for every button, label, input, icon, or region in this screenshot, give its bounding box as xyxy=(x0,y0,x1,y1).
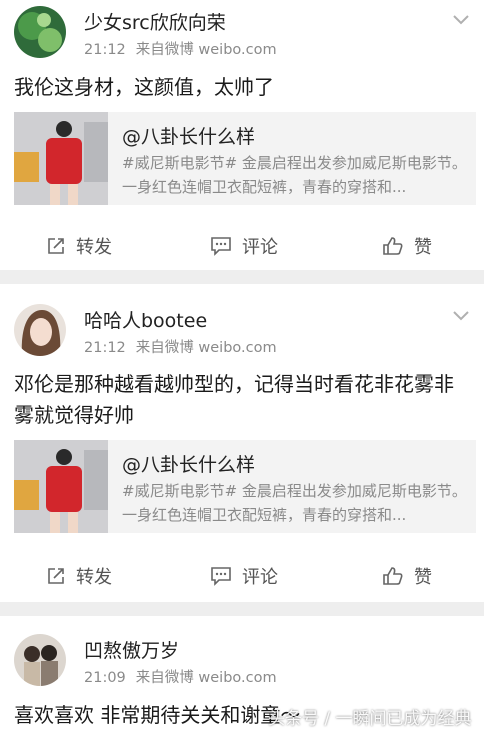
post-source: 来自微博 weibo.com xyxy=(135,42,277,58)
avatar[interactable] xyxy=(14,6,66,58)
action-bar: 转发 评论 赞 xyxy=(0,224,484,268)
repost-text: #威尼斯电影节# 金晨启程出发参加威尼斯电影节。一身红色连帽卫衣配短裤，青春的穿… xyxy=(122,482,467,524)
forward-label: 转发 xyxy=(76,237,112,258)
action-bar: 转发 评论 赞 xyxy=(0,554,484,598)
watermark: 头条号 / 一瞬间已成为经典 xyxy=(268,709,472,729)
forward-button[interactable]: 转发 xyxy=(46,554,112,598)
share-icon xyxy=(48,568,64,584)
repost-card[interactable]: @八卦长什么样 #威尼斯电影节# 金晨启程出发参加威尼斯电影节。一身红色连帽卫衣… xyxy=(14,440,476,533)
post-time: 21:12 xyxy=(84,42,126,58)
post-time: 21:12 xyxy=(84,340,126,356)
repost-author[interactable]: @八卦长什么样 xyxy=(122,450,255,477)
chevron-down-icon[interactable] xyxy=(452,14,470,26)
post-meta: 21:12 来自微博 weibo.com xyxy=(84,38,277,59)
comment-label: 评论 xyxy=(242,237,278,258)
username[interactable]: 少女src欣欣向荣 xyxy=(84,8,226,35)
forward-button[interactable]: 转发 xyxy=(46,224,112,268)
comment-icon xyxy=(211,567,231,586)
share-icon xyxy=(48,238,64,254)
divider xyxy=(0,602,484,616)
comment-button[interactable]: 评论 xyxy=(210,224,278,268)
repost-thumbnail xyxy=(14,112,108,205)
avatar[interactable] xyxy=(14,304,66,356)
post-text: 邓伦是那种越看越帅型的，记得当时看花非花雾非雾就觉得好帅 xyxy=(14,372,454,427)
chevron-down-icon[interactable] xyxy=(452,310,470,322)
repost-card[interactable]: @八卦长什么样 #威尼斯电影节# 金晨启程出发参加威尼斯电影节。一身红色连帽卫衣… xyxy=(14,112,476,205)
avatar[interactable] xyxy=(14,634,66,686)
forward-label: 转发 xyxy=(76,567,112,588)
like-button[interactable]: 赞 xyxy=(382,224,432,268)
like-button[interactable]: 赞 xyxy=(382,554,432,598)
like-label: 赞 xyxy=(414,237,432,258)
post-meta: 21:12 来自微博 weibo.com xyxy=(84,336,277,357)
repost-text: #威尼斯电影节# 金晨启程出发参加威尼斯电影节。一身红色连帽卫衣配短裤，青春的穿… xyxy=(122,154,467,196)
post-time: 21:09 xyxy=(84,670,126,686)
username[interactable]: 凹熬傲万岁 xyxy=(84,636,179,663)
comment-label: 评论 xyxy=(242,567,278,588)
post-card: 少女src欣欣向荣 21:12 来自微博 weibo.com 我伦这身材，这颜值，… xyxy=(0,0,484,270)
post-card: 哈哈人bootee 21:12 来自微博 weibo.com 邓伦是那种越看越帅型… xyxy=(0,284,484,602)
thumbs-up-icon xyxy=(383,237,403,255)
repost-thumbnail xyxy=(14,440,108,533)
comment-icon xyxy=(211,237,231,256)
post-text: 我伦这身材，这颜值，太帅了 xyxy=(14,75,274,99)
divider xyxy=(0,270,484,284)
post-source: 来自微博 weibo.com xyxy=(135,340,277,356)
repost-author[interactable]: @八卦长什么样 xyxy=(122,122,255,149)
post-meta: 21:09 来自微博 weibo.com xyxy=(84,666,277,687)
like-label: 赞 xyxy=(414,567,432,588)
thumbs-up-icon xyxy=(383,567,403,585)
comment-button[interactable]: 评论 xyxy=(210,554,278,598)
post-source: 来自微博 weibo.com xyxy=(135,670,277,686)
username[interactable]: 哈哈人bootee xyxy=(84,306,207,333)
